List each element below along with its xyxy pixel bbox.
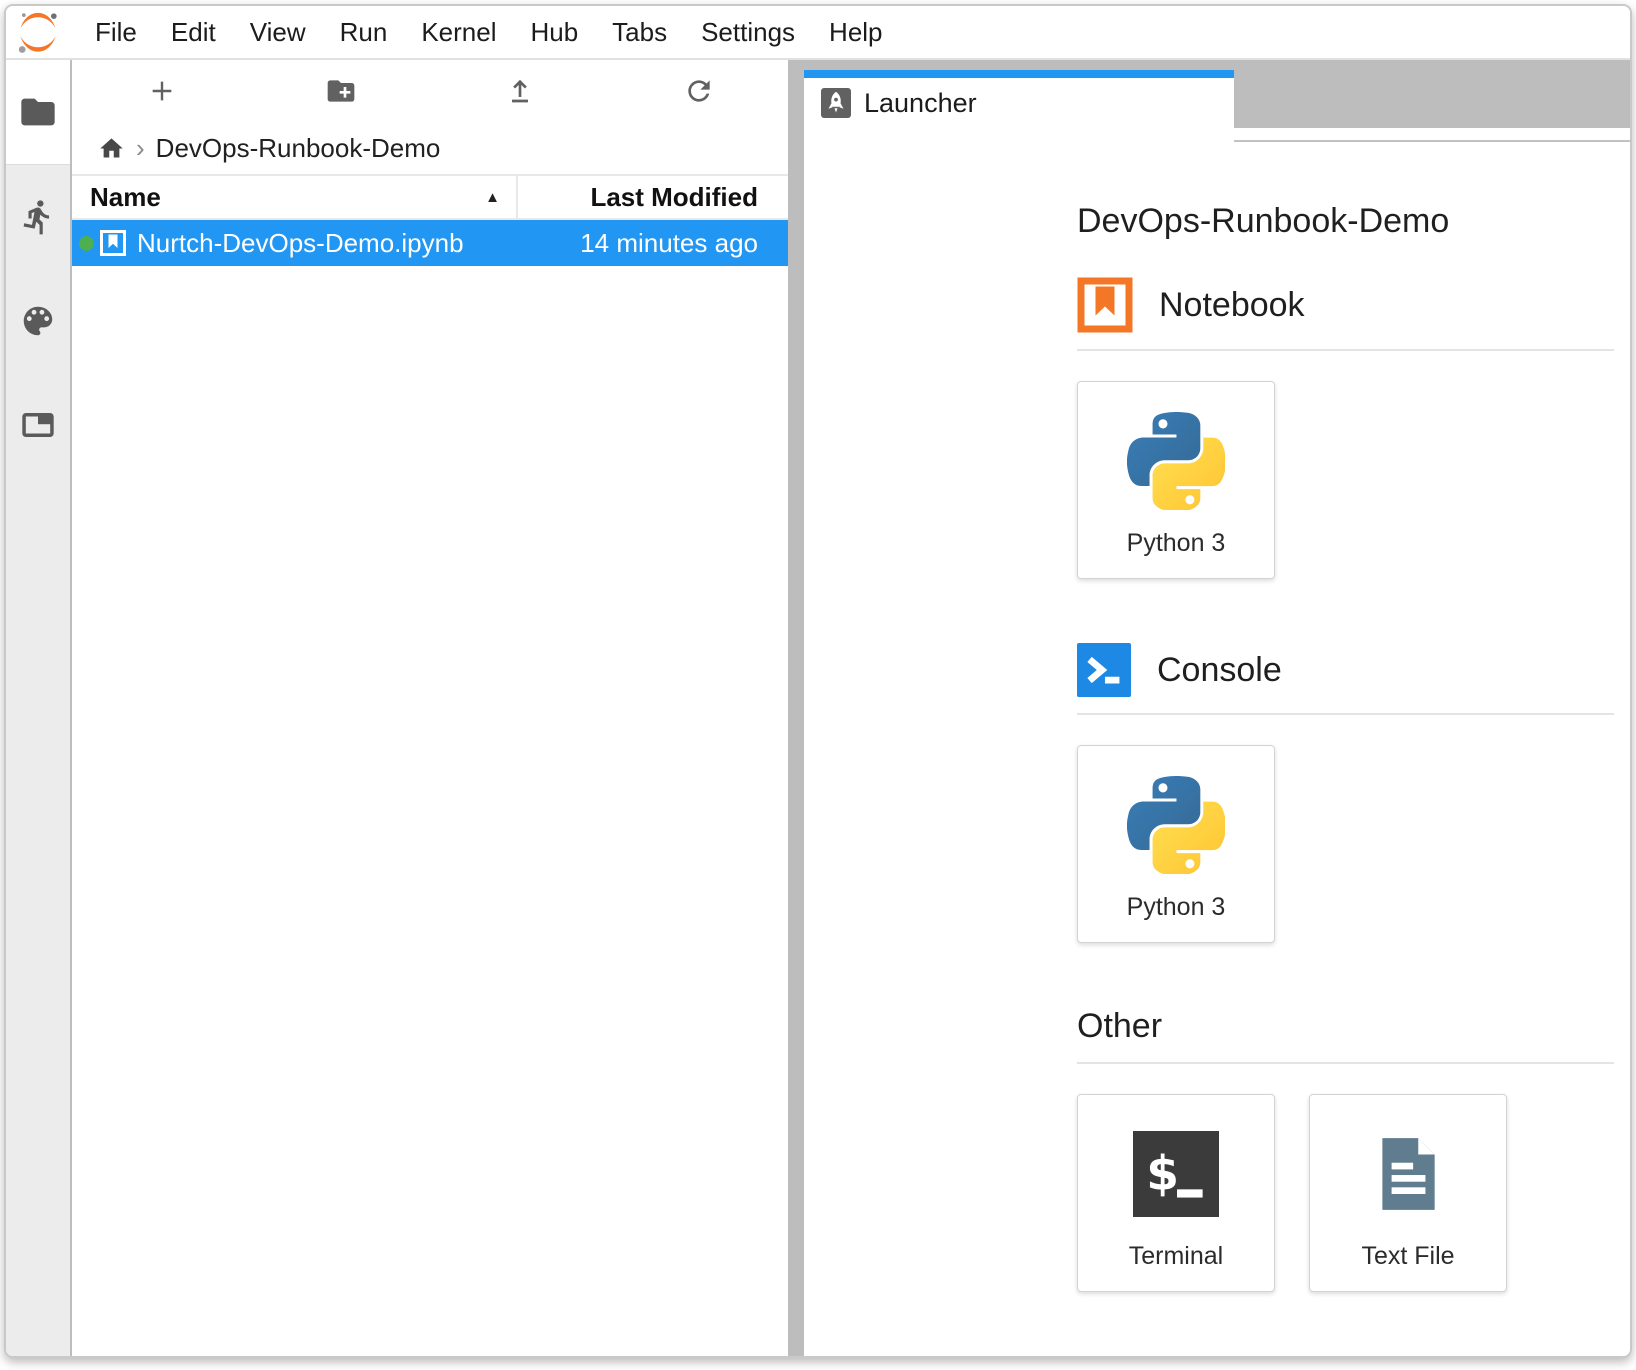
menu-bar: File Edit View Run Kernel Hub Tabs Setti… [6, 6, 1630, 60]
upload-icon [504, 75, 536, 107]
menu-edit[interactable]: Edit [154, 6, 233, 58]
launcher-section-notebook: Notebook Python 3 [1077, 277, 1614, 579]
notebook-file-icon [99, 229, 127, 257]
menu-tabs[interactable]: Tabs [595, 6, 684, 58]
folder-icon [18, 92, 58, 132]
sidebar-tab-running-sessions[interactable] [6, 165, 70, 269]
main-dock-panel: Launcher DevOps-Runbook-Demo Notebook [804, 60, 1630, 1356]
file-list-empty-area [72, 266, 788, 1356]
menu-kernel[interactable]: Kernel [404, 6, 513, 58]
new-launcher-button[interactable] [72, 75, 251, 107]
file-browser-panel: › DevOps-Runbook-Demo Name ▲ Last Modifi… [72, 60, 788, 1356]
sort-ascending-icon: ▲ [485, 189, 500, 206]
open-tabs-icon [19, 406, 57, 444]
card-label: Text File [1361, 1242, 1454, 1291]
column-header-last-modified[interactable]: Last Modified [516, 176, 788, 218]
file-name: Nurtch-DevOps-Demo.ipynb [137, 228, 523, 259]
section-divider [1077, 349, 1614, 351]
python-logo [1127, 412, 1225, 510]
home-icon[interactable] [98, 135, 125, 162]
section-label-other: Other [1077, 1007, 1162, 1046]
running-sessions-icon [19, 198, 57, 236]
console-icon [1077, 643, 1131, 697]
section-label-console: Console [1157, 651, 1282, 690]
launcher-cwd-title: DevOps-Runbook-Demo [1077, 202, 1614, 241]
dock-tab-bar: Launcher [804, 60, 1630, 142]
breadcrumb-current-folder[interactable]: DevOps-Runbook-Demo [156, 133, 441, 164]
launcher-card-notebook-python3[interactable]: Python 3 [1077, 381, 1275, 579]
jupyterlab-window: File Edit View Run Kernel Hub Tabs Setti… [4, 4, 1632, 1358]
svg-text:$: $ [1146, 1146, 1179, 1201]
sidebar-tab-open-tabs[interactable] [6, 373, 70, 477]
jupyter-logo [14, 8, 62, 56]
section-divider [1077, 1062, 1614, 1064]
refresh-icon [683, 75, 715, 107]
file-browser-toolbar [72, 60, 788, 122]
breadcrumb-separator: › [136, 133, 145, 164]
section-label-notebook: Notebook [1159, 286, 1305, 325]
card-label: Python 3 [1127, 893, 1226, 942]
tab-launcher-label: Launcher [864, 88, 977, 119]
panel-splitter[interactable] [788, 60, 804, 1356]
new-folder-button[interactable] [251, 75, 430, 107]
kernel-running-indicator [79, 236, 94, 251]
text-file-icon [1367, 1133, 1449, 1215]
file-list-header: Name ▲ Last Modified [72, 176, 788, 220]
sidebar-inactive-area [6, 164, 70, 1356]
new-launcher-plus-icon [146, 75, 178, 107]
launcher-rocket-icon [821, 88, 851, 118]
breadcrumb: › DevOps-Runbook-Demo [72, 122, 788, 176]
notebook-icon [1077, 277, 1133, 333]
column-header-name[interactable]: Name ▲ [72, 176, 516, 218]
new-folder-icon [325, 75, 357, 107]
command-palette-icon [19, 302, 57, 340]
sidebar-tab-file-browser[interactable] [6, 60, 70, 164]
file-row-selected[interactable]: Nurtch-DevOps-Demo.ipynb 14 minutes ago [72, 220, 788, 266]
upload-button[interactable] [430, 75, 609, 107]
file-last-modified: 14 minutes ago [523, 228, 788, 259]
name-column-label: Name [90, 182, 161, 213]
left-sidebar [6, 60, 72, 1356]
menu-help[interactable]: Help [812, 6, 899, 58]
section-divider [1077, 713, 1614, 715]
refresh-button[interactable] [609, 75, 788, 107]
launcher-card-text-file[interactable]: Text File [1309, 1094, 1507, 1292]
card-label: Terminal [1129, 1242, 1223, 1291]
terminal-icon: $ [1133, 1131, 1219, 1217]
python-logo [1127, 776, 1225, 874]
menu-settings[interactable]: Settings [684, 6, 812, 58]
tab-launcher[interactable]: Launcher [804, 70, 1234, 142]
launcher-section-other: Other $ Terminal [1077, 1007, 1614, 1292]
menu-hub[interactable]: Hub [513, 6, 595, 58]
sidebar-tab-command-palette[interactable] [6, 269, 70, 373]
launcher-panel: DevOps-Runbook-Demo Notebook [804, 142, 1630, 1356]
launcher-section-console: Console Python 3 [1077, 643, 1614, 943]
menu-run[interactable]: Run [323, 6, 405, 58]
launcher-card-terminal[interactable]: $ Terminal [1077, 1094, 1275, 1292]
launcher-card-console-python3[interactable]: Python 3 [1077, 745, 1275, 943]
menu-file[interactable]: File [78, 6, 154, 58]
card-label: Python 3 [1127, 529, 1226, 578]
modified-column-label: Last Modified [590, 182, 758, 213]
menu-view[interactable]: View [233, 6, 323, 58]
